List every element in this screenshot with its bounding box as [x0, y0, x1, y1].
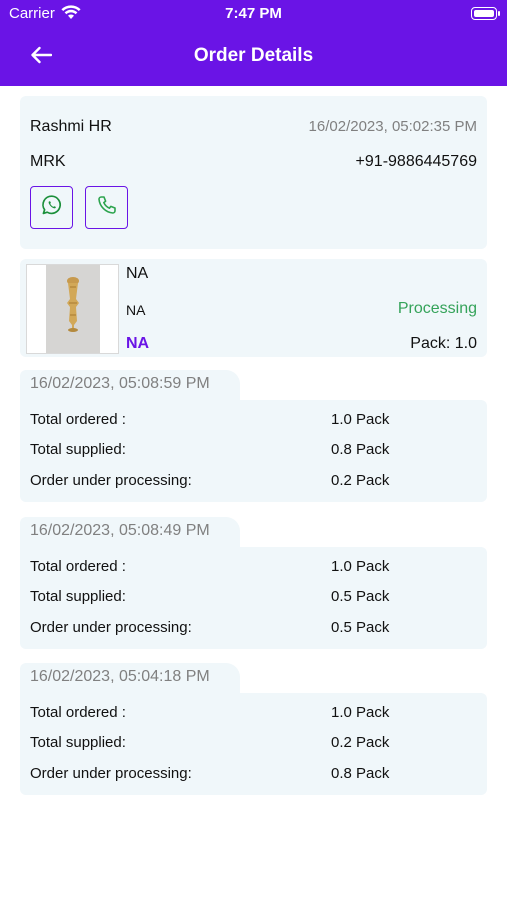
- total-ordered-value: 1.0 Pack: [331, 558, 390, 575]
- history-entry: 16/02/2023, 05:08:49 PM Total ordered : …: [20, 517, 487, 649]
- history-date-tab: 16/02/2023, 05:08:59 PM: [20, 370, 240, 400]
- product-card[interactable]: NA NA Processing NA Pack: 1.0: [20, 259, 487, 357]
- product-thumbnail: [46, 265, 100, 353]
- nav-bar: Order Details: [0, 28, 507, 86]
- total-ordered-value: 1.0 Pack: [331, 704, 390, 721]
- status-badge: Processing: [397, 300, 477, 317]
- under-processing-value: 0.8 Pack: [331, 765, 390, 782]
- history-details: Total ordered : 1.0 Pack Total supplied:…: [20, 693, 487, 795]
- page-title: Order Details: [193, 45, 314, 66]
- under-processing-value: 0.2 Pack: [331, 472, 390, 489]
- product-image: [26, 264, 119, 354]
- order-date: 16/02/2023, 05:02:35 PM: [308, 118, 477, 135]
- history-details: Total ordered : 1.0 Pack Total supplied:…: [20, 547, 487, 649]
- product-name: NA: [126, 265, 149, 282]
- history-date: 16/02/2023, 05:08:59 PM: [30, 375, 210, 392]
- under-processing-label: Order under processing:: [30, 619, 192, 636]
- total-supplied-value: 0.8 Pack: [331, 441, 390, 458]
- battery-icon: [471, 7, 500, 20]
- call-button[interactable]: [85, 186, 128, 229]
- pack-quantity: Pack: 1.0: [410, 335, 477, 352]
- total-supplied-value: 0.2 Pack: [331, 734, 390, 751]
- history-date: 16/02/2023, 05:08:49 PM: [30, 522, 210, 539]
- total-ordered-value: 1.0 Pack: [331, 411, 390, 428]
- history-entry: 16/02/2023, 05:04:18 PM Total ordered : …: [20, 663, 487, 795]
- total-supplied-label: Total supplied:: [30, 734, 126, 751]
- total-supplied-label: Total supplied:: [30, 441, 126, 458]
- total-ordered-label: Total ordered :: [30, 704, 126, 721]
- whatsapp-button[interactable]: [30, 186, 73, 229]
- history-date-tab: 16/02/2023, 05:08:49 PM: [20, 517, 240, 547]
- history-date: 16/02/2023, 05:04:18 PM: [30, 668, 210, 685]
- history-date-tab: 16/02/2023, 05:04:18 PM: [20, 663, 240, 693]
- total-supplied-label: Total supplied:: [30, 588, 126, 605]
- customer-name: Rashmi HR: [30, 118, 112, 135]
- under-processing-label: Order under processing:: [30, 472, 192, 489]
- under-processing-value: 0.5 Pack: [331, 619, 390, 636]
- clock: 7:47 PM: [225, 5, 282, 22]
- history-entry: 16/02/2023, 05:08:59 PM Total ordered : …: [20, 370, 487, 502]
- history-details: Total ordered : 1.0 Pack Total supplied:…: [20, 400, 487, 502]
- phone-icon: [96, 194, 118, 221]
- total-ordered-label: Total ordered :: [30, 411, 126, 428]
- shop-name: MRK: [30, 153, 66, 170]
- total-ordered-label: Total ordered :: [30, 558, 126, 575]
- status-bar: Carrier 7:47 PM: [0, 0, 507, 28]
- product-code: NA: [126, 335, 150, 352]
- customer-card: Rashmi HR 16/02/2023, 05:02:35 PM MRK +9…: [20, 96, 487, 249]
- under-processing-label: Order under processing:: [30, 765, 192, 782]
- product-sub-label: NA: [126, 302, 146, 318]
- total-supplied-value: 0.5 Pack: [331, 588, 390, 605]
- phone-number: +91-9886445769: [355, 153, 477, 170]
- whatsapp-icon: [41, 194, 63, 221]
